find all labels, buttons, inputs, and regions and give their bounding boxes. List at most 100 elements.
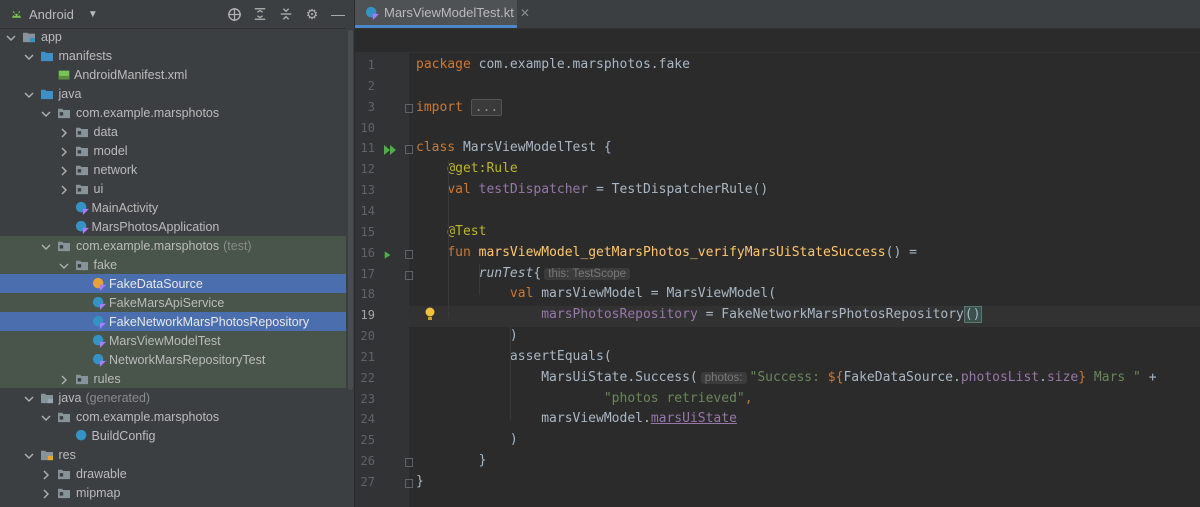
folder-icon (40, 89, 53, 99)
tree-item[interactable]: drawable (0, 464, 346, 483)
run-test-icon[interactable] (384, 145, 398, 156)
chevron-down-icon[interactable]: ▼ (88, 9, 98, 20)
tree-item[interactable]: MarsViewModelTest (0, 331, 346, 350)
collapse-all-icon[interactable] (276, 4, 296, 24)
tree-item[interactable]: mipmap (0, 483, 346, 502)
line-number: 10 (360, 120, 375, 135)
tree-item[interactable]: manifests (0, 46, 346, 65)
fold-marker-icon[interactable] (405, 103, 413, 113)
tree-item[interactable]: ui (0, 179, 346, 198)
tree-item[interactable]: java (generated) (0, 388, 346, 407)
tree-item[interactable]: com.example.marsphotos (test) (0, 236, 346, 255)
folded-imports[interactable]: ... (470, 98, 503, 116)
code-line[interactable]: } (416, 474, 424, 489)
code-line[interactable]: marsViewModel.marsUiState (416, 411, 737, 426)
chevron-down-icon[interactable] (6, 32, 16, 42)
kotlin-file-icon (92, 315, 106, 329)
chevron-right-icon[interactable] (59, 165, 69, 175)
code-line[interactable]: @Test (416, 224, 486, 239)
view-selector[interactable]: Android (29, 7, 74, 22)
scrollbar-thumb[interactable] (348, 30, 353, 390)
tree-item[interactable]: app (0, 27, 346, 46)
chevron-down-icon[interactable] (24, 450, 34, 460)
inlay-hint: this: TestScope (544, 267, 631, 280)
tree-item[interactable]: network (0, 160, 346, 179)
tree-item[interactable]: NetworkMarsRepositoryTest (0, 350, 346, 369)
chevron-right-icon[interactable] (59, 146, 69, 156)
chevron-right-icon[interactable] (59, 374, 69, 384)
code-line[interactable]: package com.example.marsphotos.fake (416, 57, 690, 72)
code-line[interactable]: class MarsViewModelTest { (416, 140, 612, 155)
fold-marker-icon[interactable] (405, 145, 413, 155)
package-icon (75, 127, 88, 137)
fold-marker-icon[interactable] (405, 270, 413, 280)
tree-item[interactable]: FakeMarsApiService (0, 293, 346, 312)
select-opened-file-icon[interactable] (224, 4, 244, 24)
fold-marker-icon[interactable] (405, 458, 413, 468)
code-token: ) (416, 328, 518, 344)
code-line[interactable]: "photos retrieved", (416, 391, 753, 406)
chevron-down-icon[interactable] (24, 393, 34, 403)
tree-item[interactable]: FakeNetworkMarsPhotosRepository (0, 312, 346, 331)
tree-item-label: FakeDataSource (109, 276, 203, 291)
tree-item[interactable]: AndroidManifest.xml (0, 65, 346, 84)
code-line[interactable]: ) (416, 432, 518, 447)
android-icon (11, 10, 22, 18)
line-number: 2 (367, 78, 375, 93)
code-line[interactable]: assertEquals( (416, 349, 612, 364)
tree-item[interactable]: com.example.marsphotos (0, 407, 346, 426)
code-token: } (416, 453, 487, 469)
code-line[interactable]: MarsUiState.Success(photos: "Success: ${F… (416, 370, 1156, 385)
code-line[interactable]: val marsViewModel = MarsViewModel( (416, 286, 776, 301)
tree-item[interactable]: java (0, 84, 346, 103)
minimize-icon[interactable]: — (328, 4, 348, 24)
kotlin-class-icon (365, 6, 379, 20)
code-line[interactable]: fun marsViewModel_getMarsPhotos_verifyMa… (416, 245, 917, 260)
tree-item[interactable]: fake (0, 255, 346, 274)
fold-marker-icon[interactable] (405, 249, 413, 259)
tree-item[interactable]: com.example.marsphotos (0, 103, 346, 122)
chevron-right-icon[interactable] (41, 469, 51, 479)
line-number: 21 (360, 349, 375, 364)
code-line[interactable]: marsPhotosRepository = FakeNetworkMarsPh… (416, 306, 982, 324)
tree-item-label: ui (93, 181, 104, 196)
chevron-down-icon[interactable] (41, 108, 51, 118)
tree-item[interactable]: MainActivity (0, 198, 346, 217)
code-line[interactable]: val testDispatcher = TestDispatcherRule(… (416, 182, 768, 197)
code-token: ) (416, 432, 518, 448)
chevron-right-icon[interactable] (59, 184, 69, 194)
chevron-down-icon[interactable] (41, 241, 51, 251)
close-icon[interactable]: ✕ (520, 6, 530, 20)
lightbulb-icon[interactable] (424, 307, 436, 321)
tree-item[interactable]: rules (0, 369, 346, 388)
code-token: @get:Rule (447, 161, 518, 177)
chevron-down-icon[interactable] (24, 51, 34, 61)
expand-all-icon[interactable] (250, 4, 270, 24)
run-test-icon[interactable] (384, 250, 394, 260)
code-line[interactable]: ) (416, 328, 518, 343)
tab-marsviewmodeltest[interactable]: MarsViewModelTest.kt ✕ (355, 0, 530, 28)
code-line[interactable]: @get:Rule (416, 161, 518, 177)
tree-item[interactable]: BuildConfig (0, 426, 346, 445)
tree-item[interactable]: data (0, 122, 346, 141)
gear-icon[interactable]: ⚙ (302, 4, 322, 24)
tree-item[interactable]: res (0, 445, 346, 464)
chevron-right-icon[interactable] (41, 488, 51, 498)
chevron-down-icon[interactable] (59, 260, 69, 270)
chevron-down-icon[interactable] (24, 89, 34, 99)
chevron-right-icon[interactable] (59, 127, 69, 137)
folder-icon (40, 51, 53, 61)
fold-marker-icon[interactable] (405, 479, 413, 488)
tree-item[interactable]: FakeDataSource (0, 274, 346, 293)
code-line[interactable]: } (416, 453, 487, 469)
line-number: 24 (360, 412, 375, 427)
tree-item-label: MarsViewModelTest (109, 333, 221, 348)
tree-item[interactable]: model (0, 141, 346, 160)
chevron-down-icon[interactable] (41, 412, 51, 422)
code-line[interactable]: import ... (416, 98, 503, 116)
tree-item-label: data (93, 124, 118, 139)
tree-item[interactable]: MarsPhotosApplication (0, 217, 346, 236)
